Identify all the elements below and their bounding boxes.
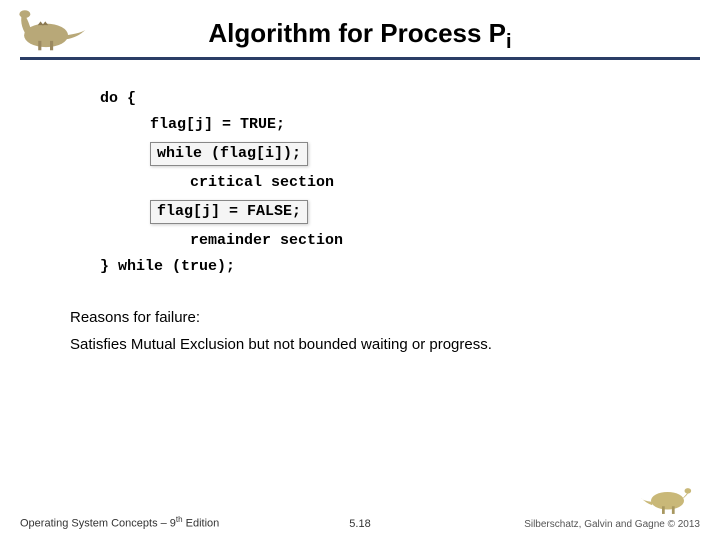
dinosaur-right-icon [640,478,695,518]
code-line-while-true: } while (true); [100,258,660,276]
code-line-while-flag: while (flag[i]); [100,142,660,166]
code-line-critical: critical section [100,174,660,192]
footer-edition: Edition [183,518,220,530]
code-box-false: flag[j] = FALSE; [150,200,308,224]
code-line-do: do { [100,90,660,108]
footer-edition-sup: th [176,515,183,524]
code-line-remainder: remainder section [100,232,660,250]
footer-left: Operating System Concepts – 9th Edition [20,515,219,530]
code-block: do { flag[j] = TRUE; while (flag[i]); cr… [0,60,720,276]
reasons-body: Satisfies Mutual Exclusion but not bound… [70,331,660,358]
slide-header: Algorithm for Process Pi [20,0,700,60]
dinosaur-left-icon [10,0,90,55]
code-line-flag-true: flag[j] = TRUE; [100,116,660,134]
reasons-heading: Reasons for failure: [70,304,660,331]
footer-page-number: 5.18 [349,518,370,530]
title-text: Algorithm for Process P [208,18,506,48]
title-subscript: i [506,31,512,53]
reasons-section: Reasons for failure: Satisfies Mutual Ex… [0,284,720,358]
footer-book: Operating System Concepts – 9 [20,518,176,530]
slide-title: Algorithm for Process Pi [20,0,700,54]
code-line-flag-false: flag[j] = FALSE; [100,200,660,224]
footer-copyright: Silberschatz, Galvin and Gagne © 2013 [524,519,700,530]
code-box-while: while (flag[i]); [150,142,308,166]
